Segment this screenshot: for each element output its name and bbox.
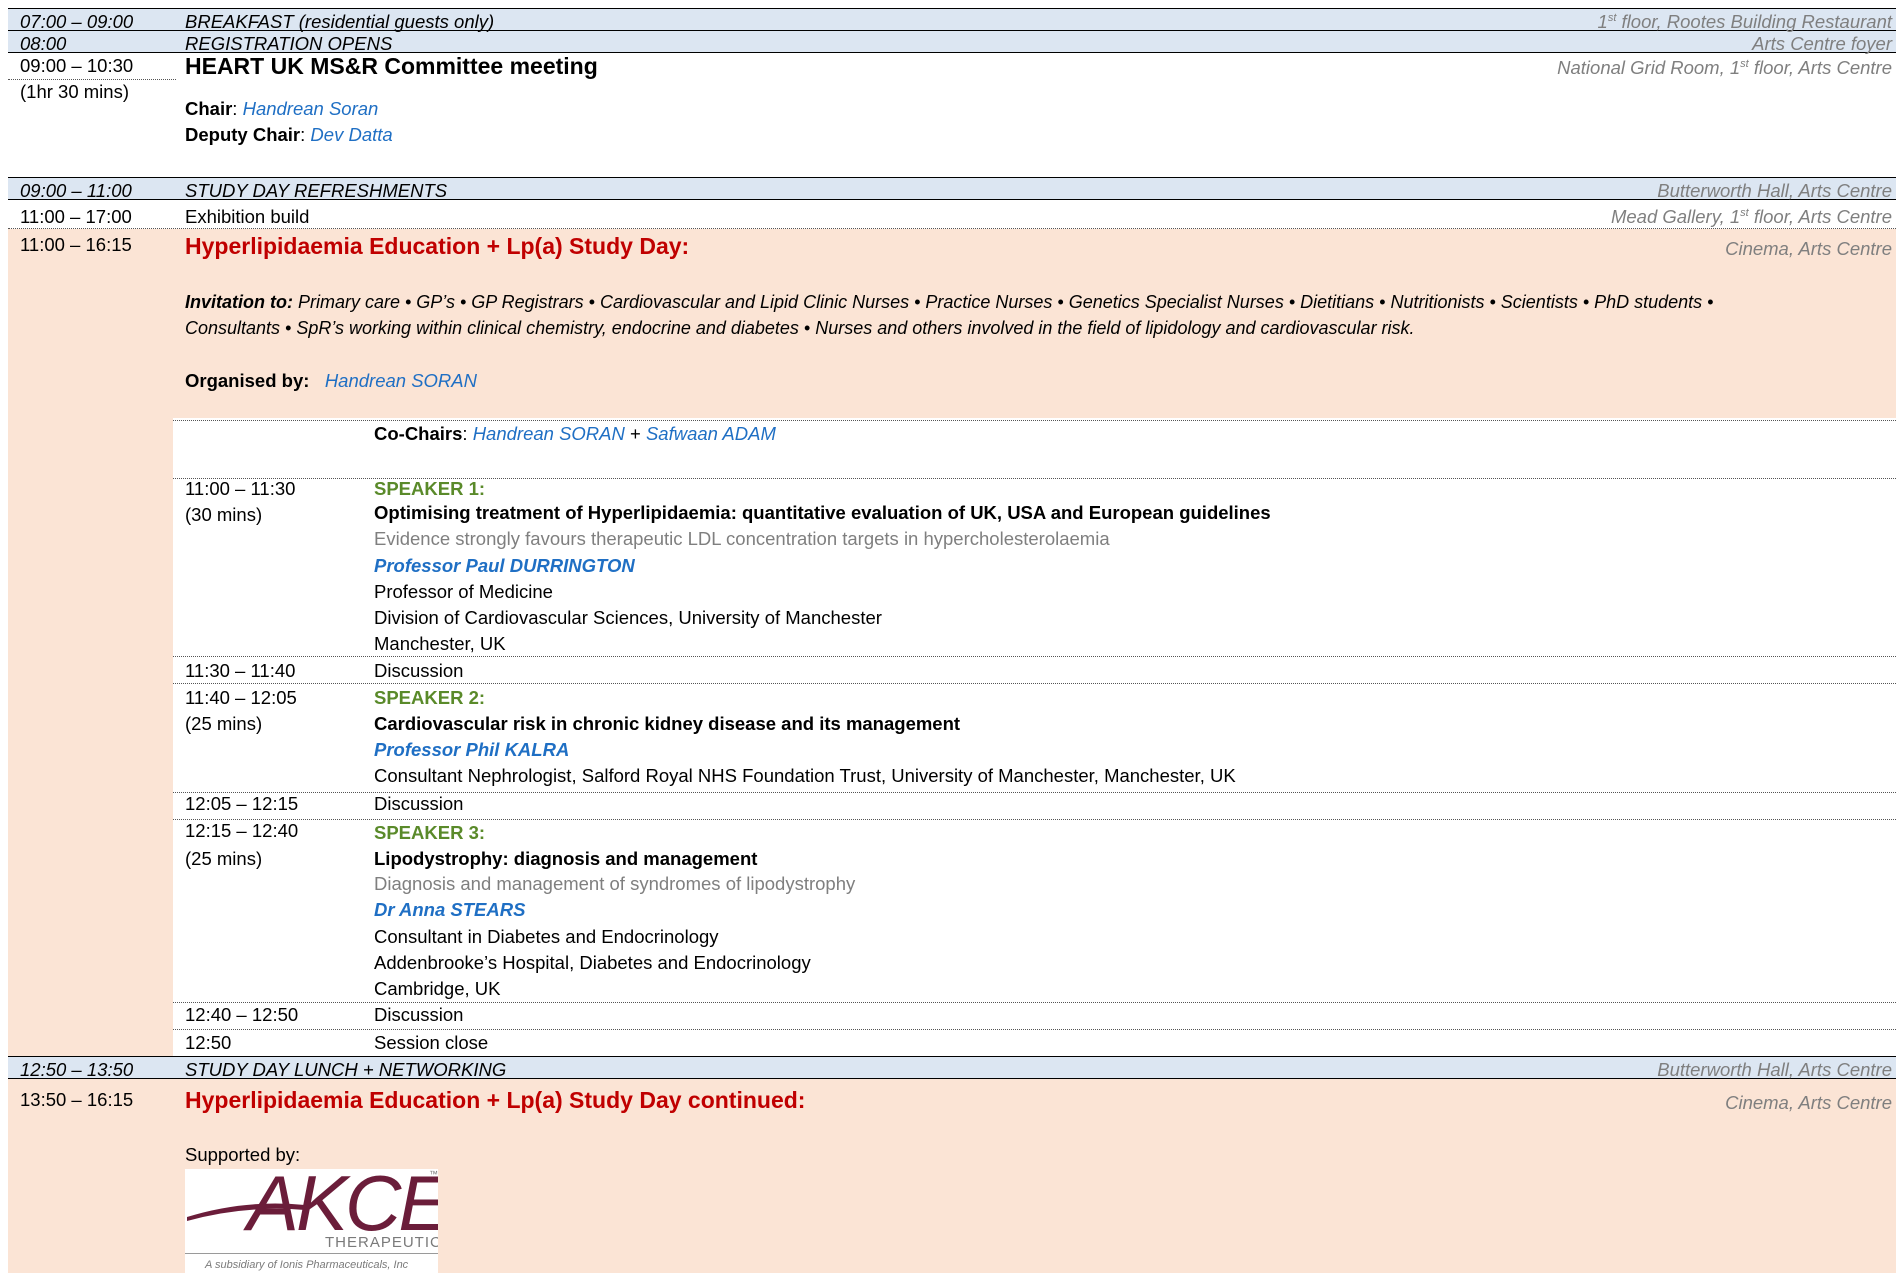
s1-speaker[interactable]: Professor Paul DURRINGTON — [374, 553, 635, 579]
organised-by: Organised by: Handrean SORAN — [185, 370, 477, 391]
s1-aff3: Manchester, UK — [374, 633, 506, 654]
supported-by: Supported by: — [185, 1144, 301, 1165]
chair-name[interactable]: Handrean Soran — [243, 98, 379, 119]
d2-time: 12:05 – 12:15 — [185, 793, 299, 814]
logo-tm: ™ — [429, 1169, 438, 1179]
organiser-name[interactable]: Handrean SORAN — [325, 370, 477, 391]
d1-text: Discussion — [374, 660, 464, 681]
s1-aff1: Professor of Medicine — [374, 581, 553, 602]
exhibition-title: Exhibition build — [185, 206, 310, 227]
close-text: Session close — [374, 1032, 489, 1053]
continued-title: Hyperlipidaemia Education + Lp(a) Study … — [185, 1087, 806, 1113]
s1-aff2: Division of Cardiovascular Sciences, Uni… — [374, 607, 882, 628]
continued-time: 13:50 – 16:15 — [20, 1089, 134, 1110]
committee-time: 09:00 – 10:30 — [20, 55, 134, 76]
s3-speaker[interactable]: Dr Anna STEARS — [374, 897, 525, 923]
s2-time: 11:40 – 12:05 — [185, 687, 297, 708]
s3-duration: (25 mins) — [185, 848, 263, 869]
refreshments-title: STUDY DAY REFRESHMENTS — [185, 180, 448, 201]
cochair-1[interactable]: Handrean SORAN — [473, 423, 625, 444]
exhibition-location: Mead Gallery, 1st floor, Arts Centre — [1610, 206, 1892, 227]
s3-aff1: Consultant in Diabetes and Endocrinology — [374, 926, 719, 947]
s3-title: Lipodystrophy: diagnosis and management — [374, 848, 758, 869]
s2-label: SPEAKER 2: — [374, 687, 486, 708]
s1-time: 11:00 – 11:30 — [185, 478, 296, 499]
s1-duration: (30 mins) — [185, 504, 263, 525]
s3-aff2: Addenbrooke’s Hospital, Diabetes and End… — [374, 952, 811, 973]
s2-speaker[interactable]: Professor Phil KALRA — [374, 737, 569, 763]
logo-brand: AKCEA — [247, 1169, 438, 1247]
s3-subtitle: Diagnosis and management of syndromes of… — [374, 873, 856, 894]
invitation-line2: Consultants • SpR’s working within clini… — [185, 318, 1415, 338]
logo-divider — [185, 1253, 438, 1254]
committee-title: HEART UK MS&R Committee meeting — [185, 53, 598, 79]
invitation-line1: Invitation to: Primary care • GP’s • GP … — [185, 292, 1714, 312]
d2-text: Discussion — [374, 793, 464, 814]
exhibition-time: 11:00 – 17:00 — [20, 206, 132, 227]
logo-sub: THERAPEUTICS — [325, 1234, 438, 1251]
s2-title: Cardiovascular risk in chronic kidney di… — [374, 713, 961, 734]
continued-location: Cinema, Arts Centre — [1725, 1092, 1892, 1113]
refreshments-time: 09:00 – 11:00 — [20, 180, 132, 201]
d1-time: 11:30 – 11:40 — [185, 660, 296, 681]
s2-aff1: Consultant Nephrologist, Salford Royal N… — [374, 765, 1236, 786]
d3-text: Discussion — [374, 1004, 464, 1025]
s1-title: Optimising treatment of Hyperlipidaemia:… — [374, 502, 1271, 523]
s1-subtitle: Evidence strongly favours therapeutic LD… — [374, 528, 1110, 549]
lunch-location: Butterworth Hall, Arts Centre — [1657, 1059, 1892, 1080]
logo-tagline: A subsidiary of Ionis Pharmaceuticals, I… — [205, 1259, 409, 1271]
s2-duration: (25 mins) — [185, 713, 263, 734]
s1-label: SPEAKER 1: — [374, 478, 486, 499]
s3-label: SPEAKER 3: — [374, 822, 486, 843]
cochair-2[interactable]: Safwaan ADAM — [646, 423, 776, 444]
close-time: 12:50 — [185, 1032, 232, 1053]
s3-time: 12:15 – 12:40 — [185, 820, 299, 841]
deputy-chair-name[interactable]: Dev Datta — [310, 124, 392, 145]
refreshments-location: Butterworth Hall, Arts Centre — [1657, 180, 1892, 201]
committee-duration: (1hr 30 mins) — [20, 81, 129, 102]
d3-time: 12:40 – 12:50 — [185, 1004, 299, 1025]
registration-location: Arts Centre foyer — [1752, 33, 1892, 54]
co-chairs: Co-Chairs: Handrean SORAN + Safwaan ADAM — [374, 423, 776, 444]
studyday-title: Hyperlipidaemia Education + Lp(a) Study … — [185, 233, 690, 259]
akcea-logo: AKCEA ™ THERAPEUTICS A subsidiary of Ion… — [185, 1169, 438, 1273]
studyday-time: 11:00 – 16:15 — [20, 234, 132, 255]
committee-chair: Chair: Handrean Soran — [185, 98, 379, 119]
lunch-time: 12:50 – 13:50 — [20, 1059, 134, 1080]
committee-location: National Grid Room, 1st floor, Arts Cent… — [1557, 57, 1892, 78]
s3-aff3: Cambridge, UK — [374, 978, 501, 999]
lunch-title: STUDY DAY LUNCH + NETWORKING — [185, 1059, 507, 1080]
committee-deputy-chair: Deputy Chair: Dev Datta — [185, 124, 393, 145]
studyday-location: Cinema, Arts Centre — [1725, 238, 1892, 259]
